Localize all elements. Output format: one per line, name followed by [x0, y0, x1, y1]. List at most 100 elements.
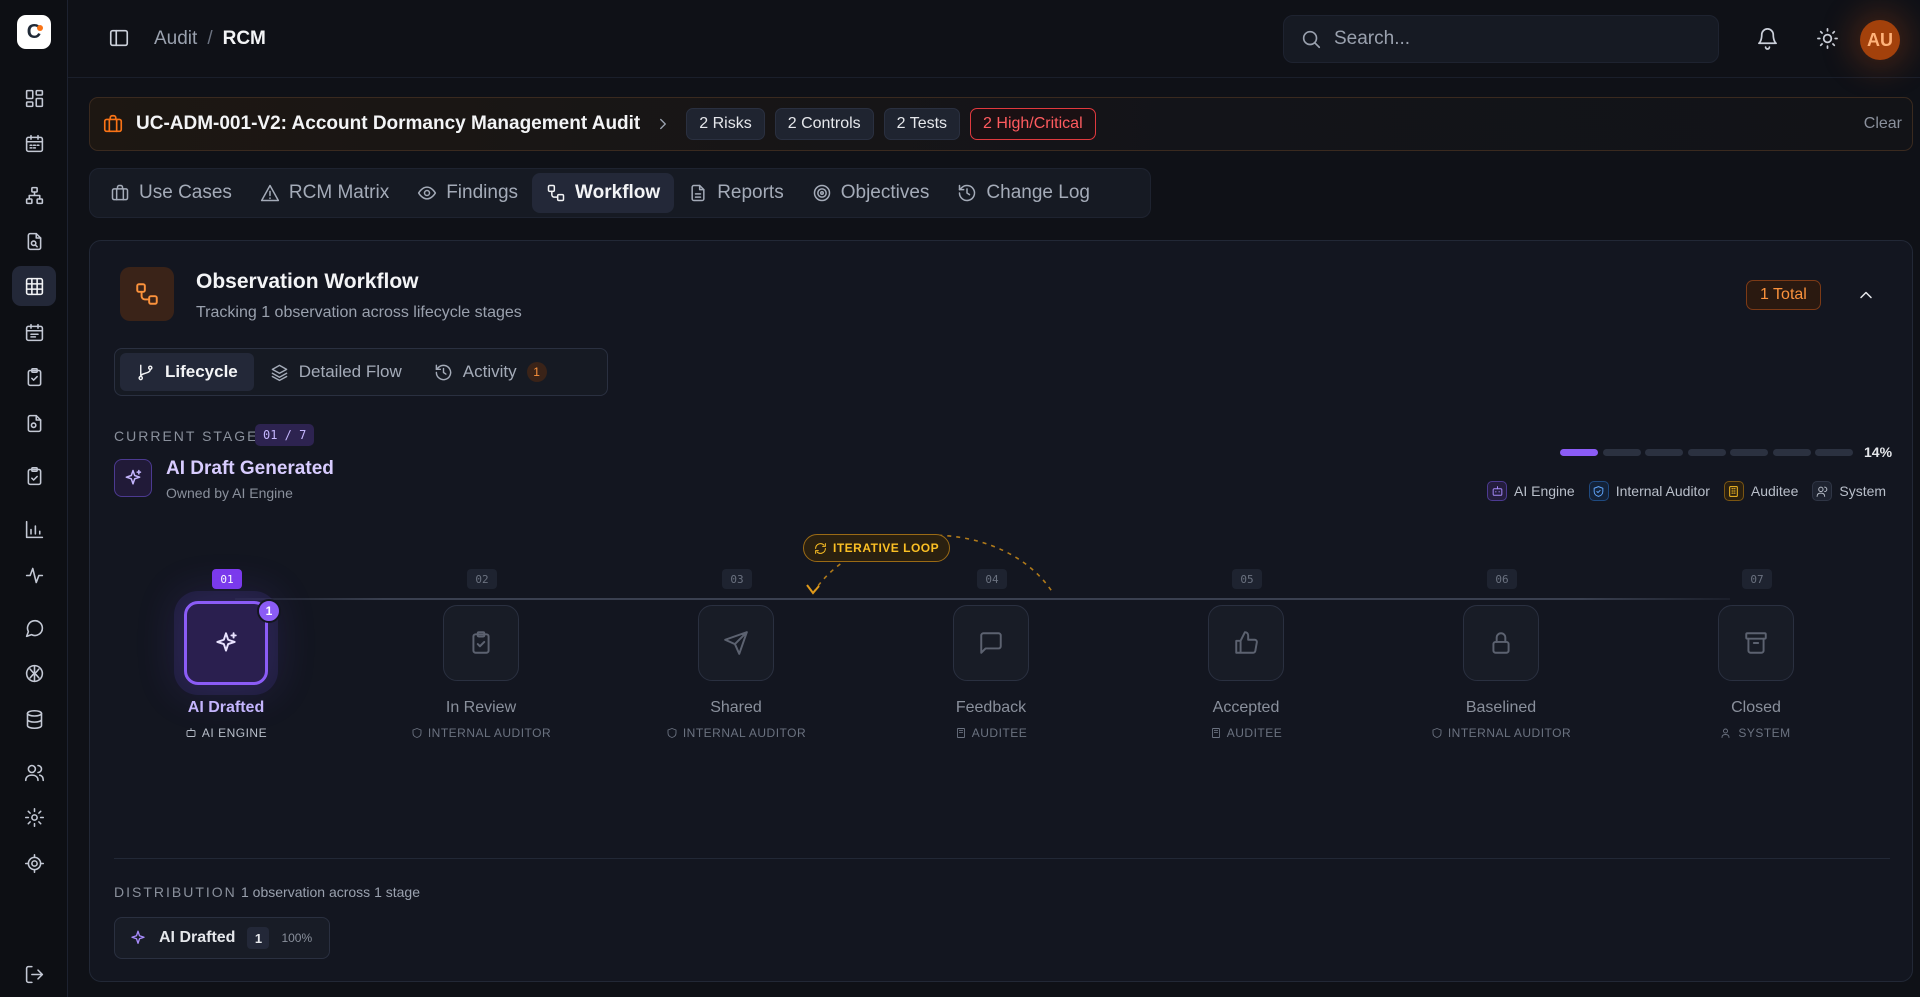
- chat-icon[interactable]: [12, 608, 56, 648]
- tab-label: Reports: [717, 182, 784, 203]
- legend-label: Internal Auditor: [1615, 483, 1710, 499]
- briefcase-icon: [111, 184, 129, 201]
- tab-reports[interactable]: Reports: [674, 173, 798, 213]
- org-chart-icon[interactable]: [12, 175, 56, 215]
- bell-icon[interactable]: [1756, 27, 1779, 50]
- stage-name: AI Drafted: [187, 699, 265, 716]
- sidebar-toggle-icon[interactable]: [108, 27, 130, 49]
- stage-owner-label: INTERNAL AUDITOR: [682, 726, 807, 740]
- bot-icon: [1487, 481, 1507, 501]
- stage-number: 06: [1487, 569, 1517, 589]
- tab-workflow[interactable]: Workflow: [532, 173, 675, 213]
- iterative-loop-badge: ITERATIVE LOOP: [803, 534, 951, 562]
- stage-owner-label: AI ENGINE: [201, 726, 268, 740]
- breadcrumb-audit[interactable]: Audit: [154, 28, 197, 50]
- tab-label: RCM Matrix: [288, 182, 390, 203]
- file-search-icon[interactable]: [12, 221, 56, 261]
- stage-ai-drafted[interactable]: 01 1 AI Drafted AI ENGINE: [136, 569, 316, 749]
- owner-legend: AI Engine Internal Auditor Auditee Syste…: [1487, 481, 1886, 501]
- building-icon: [956, 728, 965, 738]
- subtab-detailed-flow[interactable]: Detailed Flow: [254, 353, 418, 391]
- building-icon: [1723, 481, 1744, 501]
- checklist-icon[interactable]: [12, 456, 56, 496]
- chevron-right-icon: [654, 115, 672, 133]
- legend-label: System: [1839, 483, 1887, 499]
- tests-pill[interactable]: 2 Tests: [883, 108, 961, 140]
- stage-name: Baselined: [1465, 699, 1537, 716]
- git-branch-icon: [138, 364, 153, 380]
- chevron-up-icon[interactable]: [1856, 285, 1876, 305]
- stage-closed[interactable]: 07 Closed SYSTEM: [1666, 569, 1846, 749]
- brain-icon[interactable]: [12, 653, 56, 693]
- stage-shared[interactable]: 03 Shared INTERNAL AUDITOR: [646, 569, 826, 749]
- tab-findings[interactable]: Findings: [403, 173, 532, 213]
- stage-owner-label: INTERNAL AUDITOR: [1447, 726, 1572, 740]
- stage-number: 03: [722, 569, 752, 589]
- cog-icon[interactable]: [12, 843, 56, 883]
- thumbs-up-icon: [1208, 605, 1284, 681]
- clipboard-icon[interactable]: [12, 357, 56, 397]
- settings-icon[interactable]: [12, 797, 56, 837]
- stage-name: Closed: [1731, 699, 1781, 716]
- subtab-label: Detailed Flow: [298, 362, 402, 381]
- stage-owner: INTERNAL AUDITOR: [1411, 726, 1591, 740]
- progress-segment: [1602, 449, 1641, 456]
- table-icon[interactable]: [12, 266, 56, 306]
- progress-segment: [1645, 449, 1683, 456]
- tab-use-cases[interactable]: Use Cases: [96, 173, 246, 213]
- high-critical-pill[interactable]: 2 High/Critical: [970, 108, 1096, 140]
- distribution-count: 1: [247, 927, 270, 949]
- subtab-lifecycle[interactable]: Lifecycle: [120, 353, 254, 391]
- tab-rcm-matrix[interactable]: RCM Matrix: [246, 173, 403, 213]
- distribution-chip-ai-drafted[interactable]: AI Drafted 1 100%: [114, 917, 330, 959]
- stage-in-review[interactable]: 02 In Review INTERNAL AUDITOR: [391, 569, 571, 749]
- progress-segment: [1772, 449, 1811, 456]
- search-icon: [1302, 30, 1321, 49]
- database-icon[interactable]: [12, 699, 56, 739]
- dashboard-icon[interactable]: [12, 78, 56, 118]
- app-logo[interactable]: C: [17, 15, 51, 49]
- legend-ai-engine: AI Engine: [1487, 481, 1575, 501]
- clear-button[interactable]: Clear: [1864, 115, 1902, 133]
- controls-pill[interactable]: 2 Controls: [774, 108, 874, 140]
- legend-label: Auditee: [1750, 483, 1799, 499]
- stage-accepted[interactable]: 05 Accepted AUDITEE: [1156, 569, 1336, 749]
- eye-icon: [418, 186, 437, 200]
- tab-objectives[interactable]: Objectives: [798, 173, 944, 213]
- lock-icon: [1463, 605, 1539, 681]
- stage-feedback[interactable]: 04 Feedback AUDITEE: [901, 569, 1081, 749]
- risks-pill[interactable]: 2 Risks: [686, 108, 765, 140]
- document-search-icon[interactable]: [12, 403, 56, 443]
- subtab-activity[interactable]: Activity 1: [418, 353, 563, 391]
- stage-owner: AI ENGINE: [136, 726, 316, 740]
- warning-icon: [260, 184, 280, 202]
- stage-name: Shared: [710, 699, 762, 716]
- subtab-label: Activity: [462, 362, 517, 381]
- search-input[interactable]: Search...: [1283, 15, 1719, 63]
- stage-owner: AUDITEE: [901, 726, 1081, 740]
- search-placeholder: Search...: [1334, 28, 1411, 49]
- legend-internal-auditor: Internal Auditor: [1588, 481, 1710, 501]
- calendar-icon[interactable]: [12, 123, 56, 163]
- target-icon: [813, 184, 830, 202]
- stage-baselined[interactable]: 06 Baselined INTERNAL AUDITOR: [1411, 569, 1591, 749]
- users-icon[interactable]: [12, 752, 56, 792]
- schedule-icon[interactable]: [12, 312, 56, 352]
- tab-label: Change Log: [986, 182, 1090, 203]
- shield-icon: [1432, 728, 1442, 738]
- shield-icon: [412, 728, 422, 738]
- breadcrumb-separator: /: [207, 28, 213, 49]
- workflow-icon: [547, 184, 565, 202]
- sun-icon[interactable]: [1816, 27, 1839, 50]
- user-avatar[interactable]: AU: [1860, 20, 1900, 60]
- logout-icon[interactable]: [12, 954, 56, 994]
- bar-chart-icon[interactable]: [12, 509, 56, 549]
- refresh-icon: [815, 542, 826, 554]
- tab-change-log[interactable]: Change Log: [943, 173, 1104, 213]
- stage-number: 05: [1232, 569, 1262, 589]
- stage-owner: SYSTEM: [1666, 726, 1846, 740]
- activity-icon[interactable]: [12, 555, 56, 595]
- activity-count-badge: 1: [526, 362, 547, 382]
- view-tabs: Lifecycle Detailed Flow Activity 1: [114, 348, 608, 396]
- stage-owner: INTERNAL AUDITOR: [646, 726, 826, 740]
